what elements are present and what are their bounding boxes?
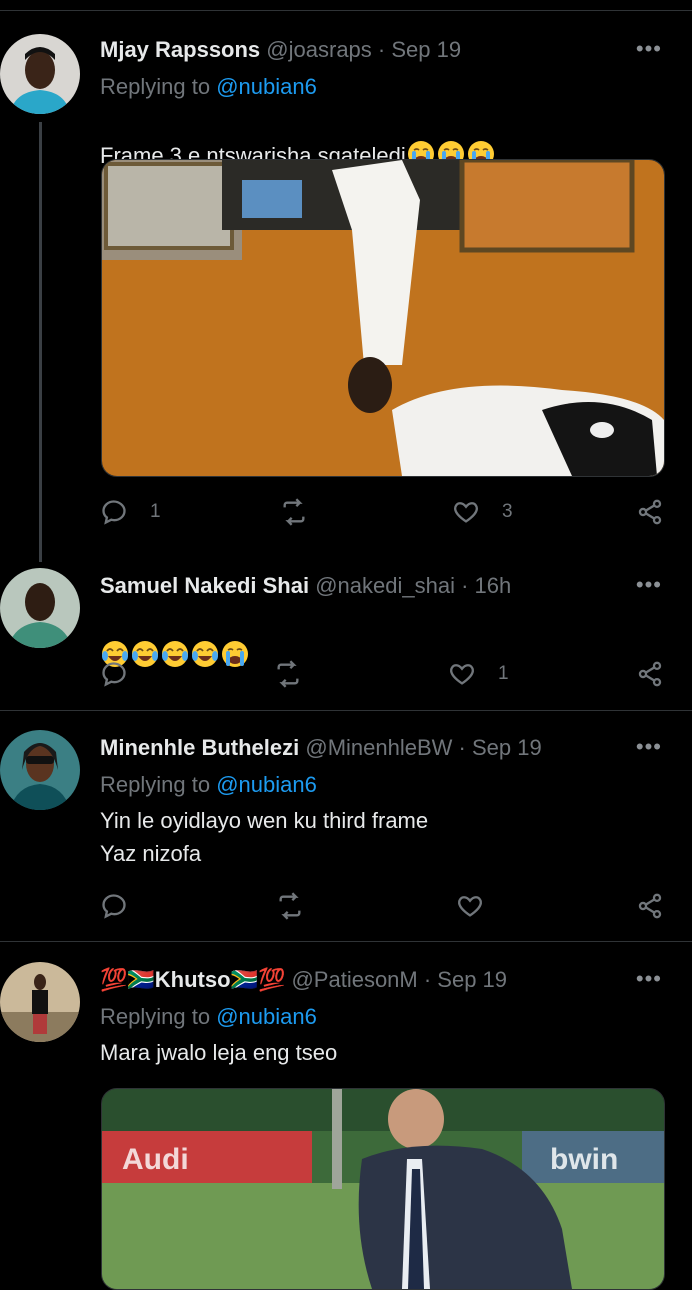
retweet-icon <box>277 660 299 688</box>
more-options-icon[interactable]: ••• <box>636 966 662 992</box>
tweet-2[interactable]: Samuel Nakedi Shai @nakedi_shai · 16h ••… <box>0 568 692 708</box>
tweet-divider <box>0 710 692 711</box>
thread-line <box>39 122 42 562</box>
tweet-actions: 1 3 <box>100 496 666 528</box>
replying-to: Replying to @nubian6 <box>100 1004 317 1030</box>
replying-to: Replying to @nubian6 <box>100 772 317 798</box>
handle-and-time[interactable]: @PatiesonM · Sep 19 <box>291 967 507 992</box>
like-button[interactable]: 1 <box>448 658 509 690</box>
tweet-image-goat-window[interactable] <box>101 159 665 477</box>
like-count: 3 <box>502 501 513 522</box>
tweet-header: 💯🇿🇦Khutso🇿🇦💯 @PatiesonM · Sep 19 <box>100 966 507 994</box>
share-button[interactable] <box>636 496 664 528</box>
heart-icon <box>454 502 478 523</box>
tweet-1[interactable]: Mjay Rapssons @joasraps · Sep 19 ••• Rep… <box>0 34 692 562</box>
mention-link[interactable]: @nubian6 <box>216 1004 317 1029</box>
display-name[interactable]: Minenhle Buthelezi <box>100 735 299 760</box>
tweet-image-man-on-pitch[interactable]: Audi bwin <box>101 1088 665 1290</box>
reply-icon <box>102 500 126 525</box>
more-options-icon[interactable]: ••• <box>636 36 662 62</box>
tweet-header: Minenhle Buthelezi @MinenhleBW · Sep 19 <box>100 734 542 762</box>
avatar[interactable] <box>0 568 80 648</box>
tweet-text: Mara jwalo leja eng tseo <box>100 1040 338 1065</box>
tweet-text: Yin le oyidlayo wen ku third frame Yaz n… <box>100 808 429 866</box>
avatar[interactable] <box>0 34 80 114</box>
replying-prefix: Replying to <box>100 74 217 99</box>
reply-button[interactable] <box>100 890 150 922</box>
stadium-sign-audi: Audi <box>122 1143 189 1176</box>
stadium-sign-bwin: bwin <box>550 1143 618 1176</box>
replying-to: Replying to @nubian6 <box>100 74 317 100</box>
reply-icon <box>102 662 126 687</box>
replying-prefix: Replying to <box>100 1004 217 1029</box>
reply-button[interactable] <box>100 658 150 690</box>
top-divider <box>0 10 692 11</box>
heart-icon <box>450 664 474 685</box>
display-name[interactable]: 💯🇿🇦Khutso🇿🇦💯 <box>100 967 285 992</box>
heart-icon <box>458 896 482 917</box>
reply-button[interactable]: 1 <box>100 496 161 528</box>
handle-and-time[interactable]: @joasraps · Sep 19 <box>266 37 461 62</box>
tweet-actions: 1 <box>100 658 666 690</box>
tweet-header: Samuel Nakedi Shai @nakedi_shai · 16h <box>100 572 511 600</box>
like-count: 1 <box>498 663 509 684</box>
mention-link[interactable]: @nubian6 <box>216 772 317 797</box>
avatar[interactable] <box>0 962 80 1042</box>
like-button[interactable]: 3 <box>452 496 513 528</box>
share-button[interactable] <box>636 658 664 690</box>
handle-and-time[interactable]: @MinenhleBW · Sep 19 <box>305 735 541 760</box>
avatar[interactable] <box>0 730 80 810</box>
share-icon <box>638 661 662 687</box>
handle-and-time[interactable]: @nakedi_shai · 16h <box>315 573 511 598</box>
more-options-icon[interactable]: ••• <box>636 734 662 760</box>
retweet-button[interactable] <box>274 658 324 690</box>
tweet-divider <box>0 941 692 942</box>
reply-icon <box>102 894 126 919</box>
display-name[interactable]: Samuel Nakedi Shai <box>100 573 309 598</box>
share-button[interactable] <box>636 890 664 922</box>
tweet-3[interactable]: Minenhle Buthelezi @MinenhleBW · Sep 19 … <box>0 730 692 930</box>
retweet-icon <box>283 498 305 526</box>
tweet-actions <box>100 890 666 922</box>
tweet-4[interactable]: 💯🇿🇦Khutso🇿🇦💯 @PatiesonM · Sep 19 ••• Rep… <box>0 962 692 1290</box>
share-icon <box>638 499 662 525</box>
retweet-icon <box>279 892 301 920</box>
mention-link[interactable]: @nubian6 <box>216 74 317 99</box>
more-options-icon[interactable]: ••• <box>636 572 662 598</box>
reply-count: 1 <box>150 501 161 522</box>
like-button[interactable] <box>456 890 506 922</box>
share-icon <box>638 893 662 919</box>
tweet-header: Mjay Rapssons @joasraps · Sep 19 <box>100 36 461 64</box>
replying-prefix: Replying to <box>100 772 217 797</box>
retweet-button[interactable] <box>280 496 330 528</box>
retweet-button[interactable] <box>276 890 326 922</box>
display-name[interactable]: Mjay Rapssons <box>100 37 260 62</box>
